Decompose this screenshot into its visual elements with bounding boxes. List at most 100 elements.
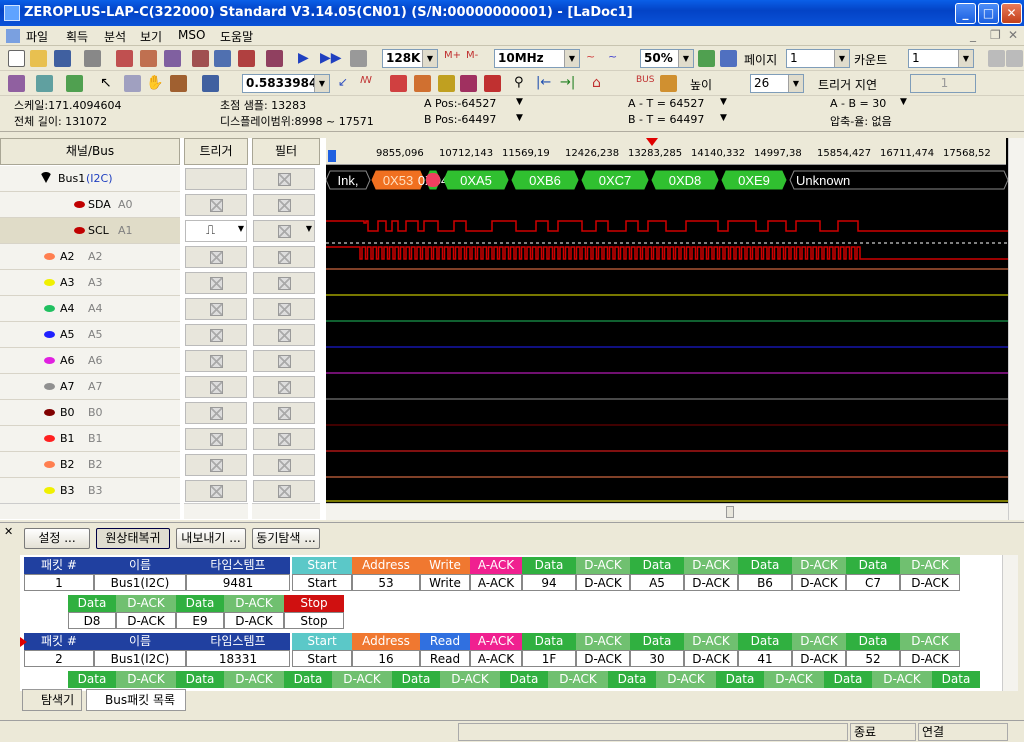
maximize-button[interactable]: □ [978,3,999,24]
trigger-cell-a4[interactable] [185,298,247,320]
clock-down-icon[interactable]: ~ [608,50,625,67]
channel-row-a5[interactable]: A5 A5 [0,322,180,348]
tool-icon-8[interactable] [8,75,25,92]
waveform-hscroll[interactable] [326,503,1008,520]
bar-t-icon[interactable] [460,75,477,92]
close-button[interactable]: ✕ [1001,3,1022,24]
chevron-down-icon[interactable]: ▼ [720,113,727,123]
channel-row-a3[interactable]: A3 A3 [0,270,180,296]
tool-icon-3[interactable] [164,50,181,67]
channel-row-sda[interactable]: SDA A0 [0,192,180,218]
run-icon[interactable]: ▶ [298,50,315,67]
cursor-b-icon[interactable]: ꟿ [360,75,377,92]
trigger-pos-select[interactable]: 50% ▼ [640,49,694,68]
mdi-restore-icon[interactable]: ❐ [990,28,1001,42]
channel-scrollbar[interactable] [0,503,180,519]
tool-icon-7[interactable] [266,50,283,67]
channel-row-a6[interactable]: A6 A6 [0,348,180,374]
count-select[interactable]: 1 ▼ [908,49,974,68]
mdi-minimize-icon[interactable]: _ [970,28,976,42]
clock-select[interactable]: 10MHz ▼ [494,49,580,68]
tool-icon-1[interactable] [116,50,133,67]
channel-row-a7[interactable]: A7 A7 [0,374,180,400]
home-icon[interactable]: ⌂ [592,75,609,92]
trigger-cell-a5[interactable] [185,324,247,346]
channel-row-a2[interactable]: A2 A2 [0,244,180,270]
cursor-a-icon[interactable]: ↙ [338,75,355,92]
new-icon[interactable] [8,50,25,67]
waveform-area[interactable]: 9855,096 10712,143 11569,19 12426,238 13283,… [326,138,1008,520]
bus-icon[interactable]: BUS [636,75,654,92]
filter-cell-a5[interactable] [253,324,315,346]
clock-up-icon[interactable]: ~ [586,50,603,67]
trigger-cell-bus1[interactable] [185,168,247,190]
bar-a-icon[interactable] [390,75,407,92]
memory-plus-icon[interactable]: M+ [444,50,461,67]
time-ruler[interactable]: 9855,096 10712,143 11569,19 12426,238 13283,… [326,138,1006,165]
filter-cell-a3[interactable] [253,272,315,294]
chevron-down-icon[interactable]: ▼ [516,113,523,123]
scroll-thumb[interactable] [726,506,734,518]
tool-icon-2[interactable] [140,50,157,67]
select-icon[interactable] [124,75,141,92]
chevron-down-icon[interactable]: ▼ [900,97,907,107]
filter-cell-b2[interactable] [253,454,315,476]
filter-cell-a7[interactable] [253,376,315,398]
memory-select[interactable]: 128K ▼ [382,49,438,68]
open-icon[interactable] [30,50,47,67]
channel-row-b1[interactable]: B1 B1 [0,426,180,452]
filter-cell-a2[interactable] [253,246,315,268]
print-icon[interactable] [84,50,101,67]
filter-cell-bus1[interactable] [253,168,315,190]
filter-cell-a6[interactable] [253,350,315,372]
trigger-cell-a6[interactable] [185,350,247,372]
run-continuous-icon[interactable]: ▶▶ [320,50,342,67]
trigger-cell-sda[interactable] [185,194,247,216]
bar-b-icon[interactable] [414,75,431,92]
tab-bus-packets[interactable]: Bus패킷 목록 [86,689,186,711]
trigger-cell-a2[interactable] [185,246,247,268]
waveform-vscroll[interactable] [1008,138,1024,520]
tool-icon-5[interactable] [214,50,231,67]
trigger-cell-b0[interactable] [185,402,247,424]
trigger-cell-b1[interactable] [185,428,247,450]
menu-acquire[interactable]: 획득 [66,28,88,45]
page-select[interactable]: 1 ▼ [786,49,850,68]
trigger-cell-a3[interactable] [185,272,247,294]
chevron-down-icon[interactable]: ▼ [516,97,523,107]
menu-mso[interactable]: MSO [178,28,205,42]
tool-icon-9[interactable] [36,75,53,92]
filter-cell-b0[interactable] [253,402,315,424]
decode-icon[interactable] [660,75,677,92]
minimize-button[interactable]: _ [955,3,976,24]
filter-cell-b3[interactable] [253,480,315,502]
channel-row-b3[interactable]: B3 B3 [0,478,180,504]
zoom-value-select[interactable]: 0.5833984 ▼ [242,74,330,93]
menu-file[interactable]: 파일 [26,28,48,45]
tool-icon-6[interactable] [238,50,255,67]
height-select[interactable]: 26 ▼ [750,74,804,93]
channel-row-bus1[interactable]: Bus1 (I2C) [0,166,180,192]
stop-icon[interactable] [350,50,367,67]
mdi-close-icon[interactable]: ✕ [1008,28,1018,42]
export-button[interactable]: 내보내기 ... [176,528,246,549]
menu-analysis[interactable]: 분석 [104,28,126,45]
hand-icon[interactable]: ✋ [146,75,163,92]
menu-view[interactable]: 보기 [140,28,162,45]
trigger-cell-b3[interactable] [185,480,247,502]
tool-icon-4[interactable] [192,50,209,67]
trigger-cell-b2[interactable] [185,454,247,476]
tool-icon-11[interactable] [170,75,187,92]
memory-minus-icon[interactable]: M- [466,50,483,67]
trigger-cell-a7[interactable] [185,376,247,398]
menu-help[interactable]: 도움말 [220,28,253,45]
channel-row-a4[interactable]: A4 A4 [0,296,180,322]
filter-cell-sda[interactable] [253,194,315,216]
trigger-cell-scl[interactable]: ⎍ ▼ [185,220,247,242]
filter-cell-a4[interactable] [253,298,315,320]
filter-cell-b1[interactable] [253,428,315,450]
settings-button[interactable]: 설정 ... [24,528,90,549]
trigger-scrollbar[interactable] [184,503,248,519]
zoom-in-icon[interactable] [698,50,715,67]
close-panel-icon[interactable]: ✕ [4,525,13,538]
